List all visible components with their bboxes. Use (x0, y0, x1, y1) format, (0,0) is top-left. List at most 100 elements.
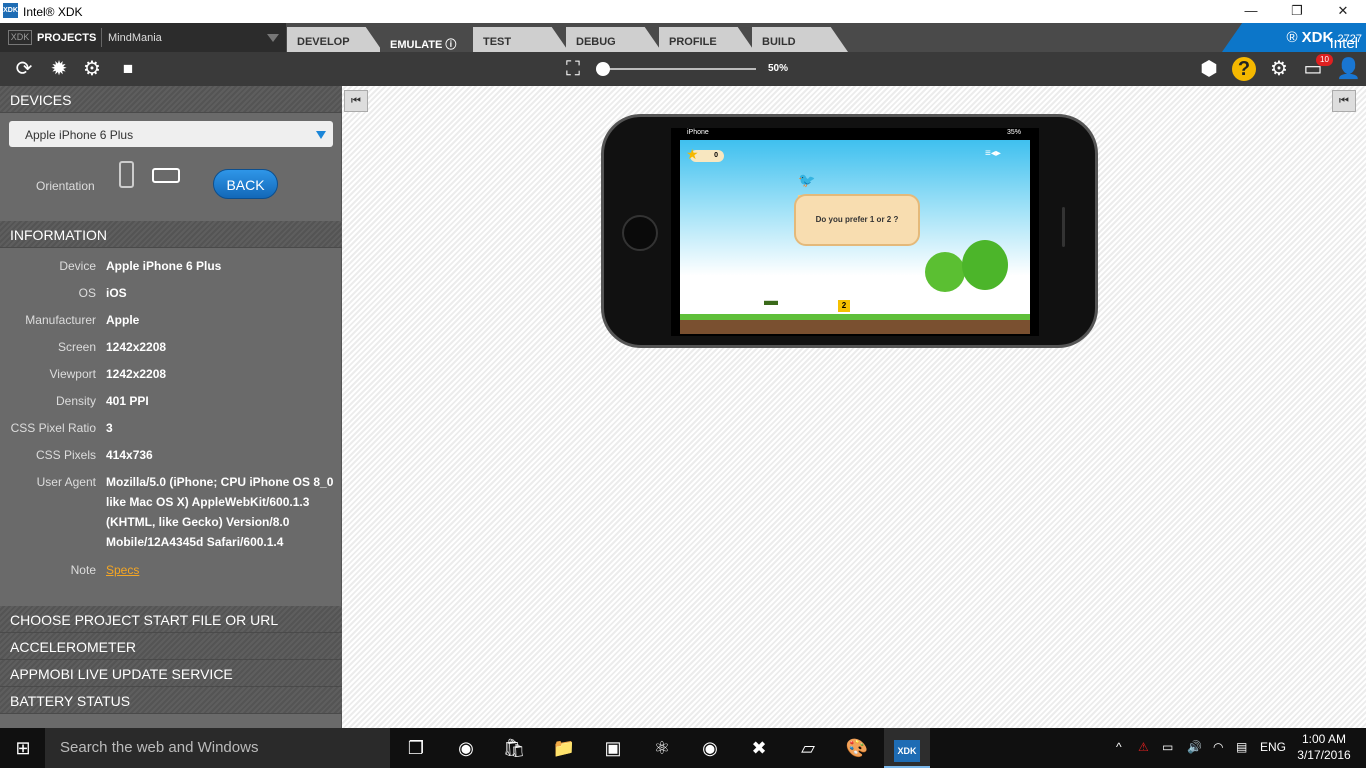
info-value: 1242x2208 (106, 340, 167, 354)
emulator-sidebar: DEVICES Apple iPhone 6 Plus Orientation … (0, 86, 342, 728)
zoom-slider-handle[interactable] (596, 62, 610, 76)
section-header-accelerometer[interactable]: ACCELEROMETER (0, 633, 342, 660)
tab-debug[interactable]: DEBUG (566, 27, 662, 52)
info-value: 414x736 (106, 448, 153, 462)
windows-start-icon[interactable]: ⊞ (5, 734, 41, 762)
specs-link[interactable]: Specs (106, 563, 139, 577)
info-label: Screen (57, 340, 96, 354)
info-label: Density (55, 394, 96, 408)
intel-xdk-brand: Intel ® XDK 2727 (1222, 23, 1366, 52)
sticky-notes-icon[interactable]: ▱ (790, 734, 826, 762)
collapse-right-panel-button[interactable]: ⏮ (1332, 90, 1356, 112)
brand-xdk: XDK (1301, 29, 1334, 46)
divider (101, 28, 102, 47)
info-label: CSS Pixel Ratio (10, 421, 96, 435)
close-button[interactable]: ✕ (1320, 0, 1366, 23)
chrome-icon[interactable]: ◉ (448, 734, 484, 762)
system-clock[interactable]: 1:00 AM 3/17/2016 (1297, 731, 1351, 763)
language-indicator[interactable]: ENG (1260, 740, 1286, 754)
ios-status-bar: iPhone 35% (671, 128, 1039, 138)
help-icon[interactable]: ? (1232, 57, 1256, 81)
task-view-icon[interactable]: ❐ (398, 734, 434, 762)
info-label: OS (78, 286, 96, 300)
restore-button[interactable]: ❐ (1274, 0, 1320, 23)
paint-icon[interactable]: 🎨 (839, 734, 875, 762)
tank-icon: ▬ (764, 292, 778, 308)
window-titlebar: XDK Intel® XDK — ❐ ✕ (0, 0, 1366, 23)
info-label: Note (70, 563, 96, 577)
back-button[interactable]: BACK (213, 169, 278, 199)
device-select-value: Apple iPhone 6 Plus (25, 128, 134, 142)
clock-time: 1:00 AM (1301, 732, 1347, 746)
device-frame: iPhone 35% 0 ★ ≡◂▸ 🐦 1 Do you prefer 1 o… (601, 114, 1098, 348)
info-value: iOS (106, 286, 127, 300)
tray-chevron-up-icon[interactable]: ^ (1116, 740, 1122, 754)
zoom-value: 50% (768, 63, 789, 74)
section-header-start-file[interactable]: CHOOSE PROJECT START FILE OR URL (0, 606, 342, 633)
reload-icon[interactable]: ⟳ (12, 57, 36, 81)
info-value: 3 (106, 421, 113, 435)
devices-section-header[interactable]: DEVICES (0, 86, 342, 113)
tab-develop[interactable]: DEVELOP (287, 27, 383, 52)
zoom-slider[interactable] (600, 68, 756, 70)
gear-icon[interactable]: ⚙ (1267, 57, 1291, 81)
answer-box-2: 2 (838, 300, 850, 312)
antivirus-icon[interactable]: ⚠ (1138, 740, 1149, 754)
debug-bug-icon[interactable]: ✹ (47, 57, 71, 81)
app-icon[interactable]: ▣ (595, 734, 631, 762)
chrome-icon[interactable]: ◉ (692, 734, 728, 762)
brand-text: Intel (1329, 35, 1358, 52)
carrier-label: iPhone (687, 129, 709, 136)
chevron-down-icon[interactable] (267, 34, 279, 42)
xdk-taskbar-label: XDK (894, 740, 920, 762)
atom-icon[interactable]: ⚛ (644, 734, 680, 762)
device-select[interactable]: Apple iPhone 6 Plus (9, 121, 333, 147)
speaker-grille (1062, 207, 1065, 247)
project-name[interactable]: MindMania (108, 32, 162, 44)
info-value: Apple iPhone 6 Plus (106, 259, 222, 273)
wifi-icon[interactable]: ◠ (1213, 740, 1223, 754)
tab-build[interactable]: BUILD (752, 27, 848, 52)
home-button[interactable] (622, 215, 658, 251)
package-icon[interactable]: ⬢ (1197, 57, 1221, 81)
ground (680, 314, 1030, 334)
information-section-header[interactable]: INFORMATION (0, 221, 342, 248)
battery-icon[interactable]: ▭ (1162, 740, 1173, 754)
tree-icon (962, 240, 1008, 290)
star-icon: ★ (686, 146, 699, 162)
game-canvas[interactable]: 0 ★ ≡◂▸ 🐦 1 Do you prefer 1 or 2 ? ▬ 2 (680, 140, 1030, 334)
fit-screen-icon[interactable]: ⛶ (561, 57, 585, 81)
menu-icon[interactable]: ≡◂▸ (985, 148, 1001, 159)
xampp-icon[interactable]: ✖ (741, 734, 777, 762)
notification-badge: 10 (1316, 54, 1333, 66)
portrait-orientation-icon[interactable] (119, 161, 134, 188)
emulator-toolbar: ⟳ ✹ ⚙ ⏹ ⛶ 50% ⬢ ? ⚙ ▭ 10 👤 (0, 52, 1366, 86)
projects-menu[interactable]: XDK PROJECTS MindMania (0, 23, 286, 52)
file-explorer-icon[interactable]: 📁 (546, 734, 582, 762)
xdk-taskbar-icon[interactable]: XDK (884, 728, 930, 768)
collapse-left-panel-button[interactable]: ⏮ (344, 90, 368, 112)
taskbar-search[interactable]: Search the web and Windows (45, 728, 390, 768)
tab-test[interactable]: TEST (473, 27, 569, 52)
chevron-down-icon (316, 131, 326, 139)
tab-profile[interactable]: PROFILE (659, 27, 755, 52)
info-label: Viewport (49, 367, 96, 381)
tree-icon (925, 252, 965, 292)
stop-icon[interactable]: ⏹ (116, 57, 140, 81)
store-icon[interactable]: 🛍 (496, 734, 532, 762)
orientation-label: Orientation (36, 179, 95, 193)
projects-label[interactable]: PROJECTS (37, 32, 96, 44)
info-value: 401 PPI (106, 394, 149, 408)
device-screen[interactable]: iPhone 35% 0 ★ ≡◂▸ 🐦 1 Do you prefer 1 o… (671, 128, 1039, 336)
top-nav-bar: XDK PROJECTS MindMania DEVELOP EMULATE ⓘ… (0, 23, 1366, 52)
user-icon[interactable]: 👤 (1336, 57, 1361, 81)
debug-settings-icon[interactable]: ⚙ (80, 57, 104, 81)
landscape-orientation-icon[interactable] (152, 168, 180, 183)
clock-date: 3/17/2016 (1297, 748, 1351, 762)
minimize-button[interactable]: — (1228, 0, 1274, 23)
section-header-live-update[interactable]: APPMOBI LIVE UPDATE SERVICE (0, 660, 342, 687)
tab-emulate[interactable]: EMULATE ⓘ (380, 27, 476, 52)
action-center-icon[interactable]: ▤ (1236, 740, 1247, 754)
volume-icon[interactable]: 🔊 (1187, 740, 1202, 754)
section-header-battery-status[interactable]: BATTERY STATUS (0, 687, 342, 714)
